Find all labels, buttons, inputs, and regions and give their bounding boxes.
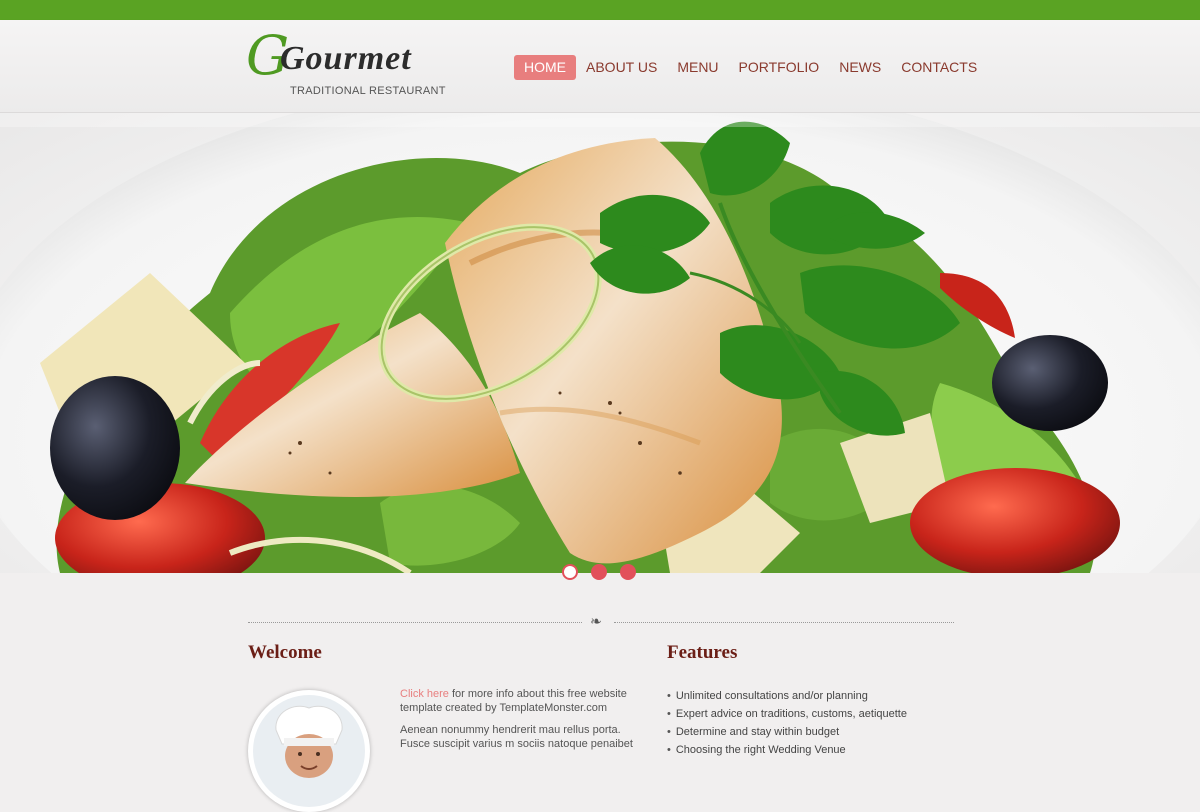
list-item: Choosing the right Wedding Venue bbox=[667, 741, 907, 759]
top-accent-bar bbox=[0, 0, 1200, 20]
slider-dot-2[interactable] bbox=[591, 564, 607, 580]
chef-photo-icon bbox=[253, 695, 365, 807]
chef-avatar bbox=[248, 690, 370, 812]
features-title: Features bbox=[667, 642, 738, 663]
welcome-paragraph-2: Aenean nonummy hendrerit mau rellus port… bbox=[400, 724, 633, 750]
features-list: Unlimited consultations and/or planning … bbox=[667, 687, 907, 759]
hero-slider bbox=[0, 113, 1200, 573]
ornament-icon: ❧ bbox=[590, 613, 602, 629]
nav-about-us[interactable]: ABOUT US bbox=[576, 55, 667, 80]
nav-menu[interactable]: MENU bbox=[667, 55, 728, 80]
list-item: Unlimited consultations and/or planning bbox=[667, 687, 907, 705]
nav-portfolio[interactable]: PORTFOLIO bbox=[729, 55, 830, 80]
nav-home[interactable]: HOME bbox=[514, 55, 576, 80]
logo-wordmark: Gourmet bbox=[280, 40, 412, 77]
welcome-paragraph-1: Click here for more info about this free… bbox=[400, 687, 635, 715]
food-photo-icon bbox=[0, 113, 1200, 573]
section-divider: ❧ bbox=[248, 613, 954, 632]
welcome-title: Welcome bbox=[248, 642, 322, 663]
site-logo[interactable]: G Gourmet TRADITIONAL RESTAURANT bbox=[246, 26, 446, 98]
list-item: Expert advice on traditions, customs, ae… bbox=[667, 705, 907, 723]
click-here-link[interactable]: Click here bbox=[400, 688, 449, 700]
slider-dot-3[interactable] bbox=[620, 564, 636, 580]
slider-dot-1[interactable] bbox=[562, 564, 578, 580]
slider-pagination bbox=[562, 564, 636, 580]
logo-tagline: TRADITIONAL RESTAURANT bbox=[290, 85, 446, 97]
site-header: G Gourmet TRADITIONAL RESTAURANT HOME AB… bbox=[0, 20, 1200, 113]
list-item: Determine and stay within budget bbox=[667, 723, 907, 741]
nav-news[interactable]: NEWS bbox=[829, 55, 891, 80]
main-nav: HOME ABOUT US MENU PORTFOLIO NEWS CONTAC… bbox=[514, 55, 987, 80]
nav-contacts[interactable]: CONTACTS bbox=[891, 55, 987, 80]
welcome-text: Click here for more info about this free… bbox=[400, 687, 635, 759]
divider-line-right bbox=[614, 622, 954, 623]
divider-line-left bbox=[248, 622, 582, 623]
